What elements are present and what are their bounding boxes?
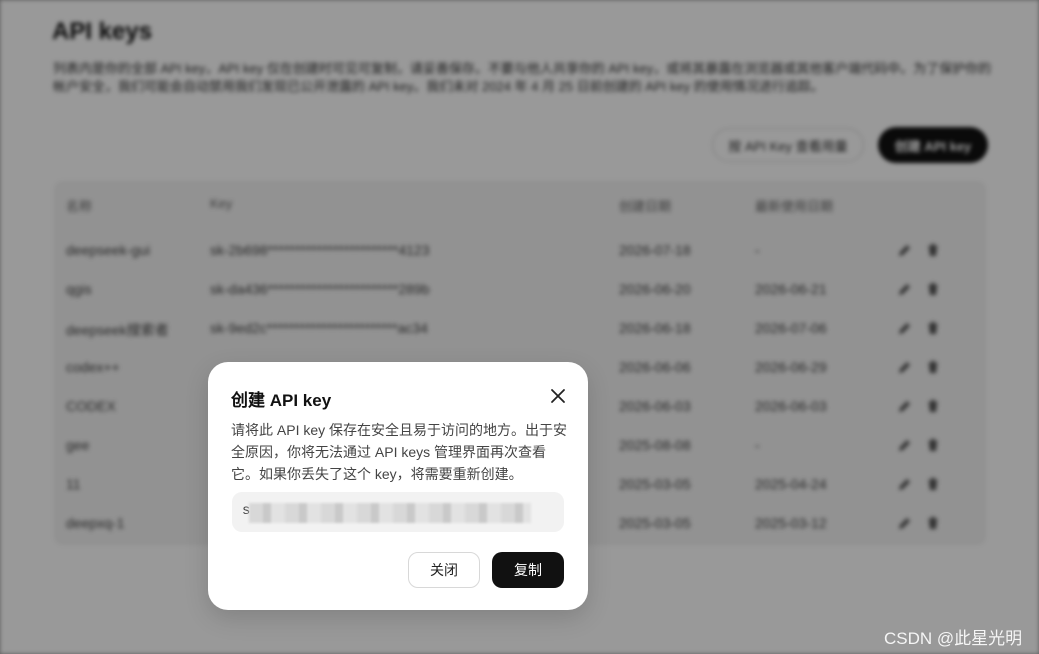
- dialog-message: 请将此 API key 保存在安全且易于访问的地方。出于安全原因，你将无法通过 …: [231, 422, 568, 482]
- close-button[interactable]: 关闭: [408, 552, 480, 588]
- api-key-field[interactable]: s: [232, 492, 564, 532]
- api-key-redacted: [249, 503, 531, 523]
- watermark: CSDN @此星光明: [884, 629, 1023, 648]
- copy-button[interactable]: 复制: [492, 552, 564, 588]
- dialog-title: 创建 API key: [231, 391, 332, 410]
- close-icon[interactable]: [548, 386, 568, 406]
- create-api-key-dialog: 创建 API key 请将此 API key 保存在安全且易于访问的地方。出于安…: [208, 362, 588, 610]
